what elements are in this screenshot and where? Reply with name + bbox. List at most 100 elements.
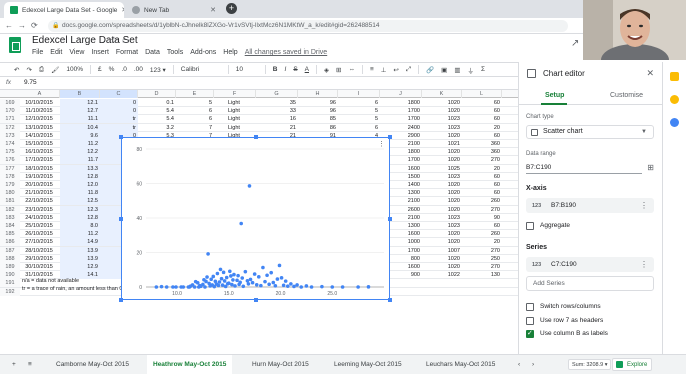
- table-cell[interactable]: 1020: [422, 197, 462, 205]
- row-number[interactable]: 175: [0, 148, 20, 157]
- table-cell[interactable]: 60: [462, 132, 502, 140]
- align-left-icon[interactable]: ≡: [370, 66, 374, 73]
- table-cell[interactable]: 12.3: [60, 205, 100, 214]
- tasks-icon[interactable]: [670, 95, 679, 104]
- table-cell[interactable]: 270: [462, 156, 502, 164]
- row-number[interactable]: 182: [0, 205, 20, 214]
- data-point[interactable]: [366, 285, 371, 289]
- table-cell[interactable]: 130: [462, 271, 502, 279]
- data-point[interactable]: [265, 273, 269, 278]
- menu-file[interactable]: File: [32, 49, 43, 56]
- bold-button[interactable]: B: [273, 66, 278, 73]
- column-header[interactable]: E: [176, 90, 214, 98]
- table-cell[interactable]: 6: [338, 124, 380, 132]
- fill-color-icon[interactable]: ◈: [324, 66, 329, 74]
- table-cell[interactable]: 85: [298, 115, 338, 123]
- table-cell[interactable]: 86: [298, 124, 338, 132]
- row-number[interactable]: 188: [0, 254, 20, 263]
- table-cell[interactable]: 10.4: [60, 123, 100, 132]
- data-point[interactable]: [245, 278, 250, 283]
- column-header[interactable]: F: [214, 90, 256, 98]
- data-point[interactable]: [215, 271, 220, 276]
- table-cell[interactable]: Light: [214, 115, 256, 123]
- table-cell[interactable]: 360: [462, 140, 502, 148]
- data-point[interactable]: [236, 273, 240, 278]
- table-cell[interactable]: 14/10/2015: [20, 132, 60, 140]
- data-point[interactable]: [221, 270, 226, 275]
- row-number[interactable]: 191: [0, 279, 20, 288]
- data-point[interactable]: [226, 281, 231, 286]
- data-range-input[interactable]: B7:C190: [526, 162, 642, 174]
- sheet-tab-heathrow[interactable]: Heathrow May-Oct 2015: [147, 355, 233, 374]
- data-point[interactable]: [261, 265, 265, 270]
- resize-handle[interactable]: [119, 135, 123, 139]
- column-header[interactable]: L: [462, 90, 502, 98]
- menu-format[interactable]: Format: [116, 49, 138, 56]
- keep-icon[interactable]: [670, 72, 679, 81]
- table-cell[interactable]: 21/10/2015: [20, 189, 60, 197]
- table-cell[interactable]: 1020: [422, 148, 462, 156]
- table-cell[interactable]: 25/10/2015: [20, 222, 60, 230]
- table-cell[interactable]: 1020: [422, 189, 462, 197]
- table-cell[interactable]: 60: [462, 115, 502, 123]
- text-wrap-icon[interactable]: ↩: [393, 66, 398, 74]
- table-cell[interactable]: 8.0: [60, 222, 100, 230]
- data-point[interactable]: [356, 285, 360, 289]
- data-point[interactable]: [220, 283, 225, 287]
- resize-handle[interactable]: [388, 135, 392, 139]
- table-cell[interactable]: 19/10/2015: [20, 173, 60, 181]
- row-number[interactable]: 177: [0, 164, 20, 173]
- calendar-icon[interactable]: [670, 118, 679, 127]
- table-cell[interactable]: 13/10/2015: [20, 124, 60, 132]
- table-cell[interactable]: 90: [462, 214, 502, 222]
- use-column-labels-checkbox[interactable]: [526, 329, 534, 338]
- table-cell[interactable]: 3.2: [138, 124, 176, 132]
- data-point[interactable]: [256, 275, 261, 279]
- font-size-select[interactable]: 10: [236, 66, 258, 73]
- table-cell[interactable]: 1020: [422, 181, 462, 189]
- table-cell[interactable]: 12.1: [60, 99, 100, 107]
- strikethrough-button[interactable]: S: [293, 66, 297, 73]
- data-point[interactable]: [252, 272, 257, 276]
- borders-icon[interactable]: ⊞: [336, 66, 341, 74]
- close-icon[interactable]: ✕: [646, 68, 654, 79]
- decrease-decimal-button[interactable]: .0: [121, 66, 126, 73]
- data-point[interactable]: [281, 283, 286, 288]
- data-point[interactable]: [231, 278, 235, 282]
- table-cell[interactable]: 1020: [422, 238, 462, 246]
- column-header[interactable]: H: [298, 90, 338, 98]
- insert-link-icon[interactable]: 🔗: [426, 66, 434, 74]
- new-tab-plus-icon[interactable]: +: [226, 3, 237, 14]
- sum-status-select[interactable]: Sum: 3208.9 ▾: [568, 359, 612, 370]
- table-cell[interactable]: 0.1: [138, 99, 176, 107]
- table-cell[interactable]: 5: [338, 115, 380, 123]
- table-cell[interactable]: 12.7: [60, 107, 100, 116]
- table-cell[interactable]: 11.2: [60, 230, 100, 239]
- data-point[interactable]: [271, 280, 276, 285]
- table-cell[interactable]: 6: [338, 99, 380, 107]
- row-number[interactable]: 178: [0, 172, 20, 181]
- data-point[interactable]: [233, 284, 237, 288]
- table-cell[interactable]: 60: [462, 173, 502, 181]
- redo-icon[interactable]: ↷: [26, 66, 31, 74]
- table-cell[interactable]: 11.7: [60, 156, 100, 165]
- data-point[interactable]: [222, 279, 227, 283]
- table-cell[interactable]: 270: [462, 263, 502, 271]
- table-cell[interactable]: 22/10/2015: [20, 197, 60, 205]
- data-point[interactable]: [330, 285, 335, 289]
- table-cell[interactable]: 270: [462, 206, 502, 214]
- table-cell[interactable]: Light: [214, 107, 256, 115]
- data-point[interactable]: [304, 284, 309, 288]
- table-cell[interactable]: tr: [100, 115, 138, 124]
- table-cell[interactable]: 29/10/2015: [20, 255, 60, 263]
- column-header[interactable]: C: [100, 90, 138, 98]
- back-arrow-icon[interactable]: ←: [5, 21, 13, 30]
- table-cell[interactable]: 16/10/2015: [20, 148, 60, 156]
- table-cell[interactable]: 60: [462, 181, 502, 189]
- data-point[interactable]: [246, 282, 251, 286]
- table-cell[interactable]: [422, 288, 462, 296]
- table-cell[interactable]: 12.8: [60, 213, 100, 222]
- table-cell[interactable]: 0: [100, 107, 138, 116]
- column-header[interactable]: I: [338, 90, 380, 98]
- resize-handle[interactable]: [254, 298, 258, 302]
